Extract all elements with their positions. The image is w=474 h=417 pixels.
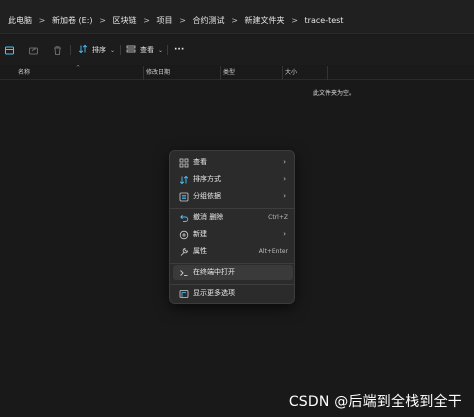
chevron-right-icon[interactable]: >: [285, 15, 305, 26]
undo-icon: [178, 212, 189, 223]
column-header-name[interactable]: 名称: [18, 68, 30, 77]
column-headers: ^ 名称 修改日期 类型 大小: [0, 65, 474, 80]
chevron-right-icon: ›: [283, 230, 286, 238]
menu-item-label: 在终端中打开: [193, 268, 235, 276]
chevron-right-icon[interactable]: >: [173, 15, 193, 26]
delete-icon[interactable]: [51, 44, 63, 56]
watermark: CSDN @后端到全栈到全干: [288, 394, 462, 410]
properties-icon: [178, 246, 189, 257]
chevron-right-icon[interactable]: >: [32, 15, 52, 26]
breadcrumb-item-trace-test[interactable]: trace-test: [305, 15, 344, 26]
menu-item-label: 属性: [193, 247, 207, 255]
column-divider[interactable]: [282, 66, 283, 80]
menu-item-properties[interactable]: 属性 Alt+Enter: [173, 244, 293, 259]
more-icon: ···: [174, 45, 185, 55]
menu-item-label: 撤消 删除: [193, 213, 224, 221]
view-button[interactable]: 查看 ⌄: [126, 43, 163, 57]
column-divider[interactable]: [220, 66, 221, 80]
command-bar: 排序 ⌄ 查看 ⌄ ···: [0, 35, 474, 65]
view-label: 查看: [140, 46, 154, 54]
chevron-right-icon[interactable]: >: [137, 15, 157, 26]
menu-item-view[interactable]: 查看 ›: [173, 155, 293, 170]
breadcrumb-item-this-pc[interactable]: 此电脑: [8, 15, 32, 26]
share-icon[interactable]: [27, 44, 39, 56]
column-header-type[interactable]: 类型: [223, 68, 235, 77]
breadcrumb-item-new-folder[interactable]: 新建文件夹: [245, 15, 285, 26]
breadcrumb-item-projects[interactable]: 项目: [157, 15, 173, 26]
column-header-size[interactable]: 大小: [285, 68, 297, 77]
toolbar-divider: [120, 45, 121, 55]
column-header-modified[interactable]: 修改日期: [146, 68, 170, 77]
sort-label: 排序: [92, 46, 106, 54]
address-bar[interactable]: 此电脑 > 新加卷 (E:) > 区块链 > 项目 > 合约测试 > 新建文件夹…: [0, 0, 474, 34]
view-grid-icon: [178, 157, 189, 168]
group-icon: [178, 191, 189, 202]
view-icon: [126, 44, 136, 56]
menu-item-label: 新建: [193, 230, 207, 238]
menu-separator: [170, 263, 294, 264]
breadcrumb-item-drive-e[interactable]: 新加卷 (E:): [52, 15, 93, 26]
new-icon: [178, 229, 189, 240]
toolbar-divider: [70, 45, 71, 55]
chevron-right-icon: ›: [283, 158, 286, 166]
menu-item-label: 查看: [193, 158, 207, 166]
menu-item-new[interactable]: 新建 ›: [173, 227, 293, 242]
sort-button[interactable]: 排序 ⌄: [78, 43, 115, 57]
chevron-right-icon: ›: [283, 192, 286, 200]
sort-caret-icon: ^: [76, 65, 81, 71]
chevron-down-icon: ⌄: [110, 46, 116, 54]
toolbar-divider: [167, 45, 168, 55]
chevron-right-icon[interactable]: >: [93, 15, 113, 26]
sort-icon: [78, 44, 88, 56]
more-options-icon: [178, 288, 189, 299]
breadcrumb: 此电脑 > 新加卷 (E:) > 区块链 > 项目 > 合约测试 > 新建文件夹…: [8, 15, 343, 26]
more-button[interactable]: ···: [174, 43, 184, 57]
breadcrumb-item-blockchain[interactable]: 区块链: [113, 15, 137, 26]
menu-item-label: 分组依据: [193, 192, 221, 200]
column-divider[interactable]: [327, 66, 328, 80]
new-item-icon[interactable]: [3, 44, 15, 56]
menu-separator: [170, 284, 294, 285]
menu-item-shortcut: Alt+Enter: [258, 248, 288, 255]
empty-folder-message: 此文件夹为空。: [313, 90, 356, 97]
chevron-right-icon[interactable]: >: [225, 15, 245, 26]
chevron-down-icon: ⌄: [158, 46, 164, 54]
chevron-right-icon: ›: [283, 175, 286, 183]
menu-item-group-by[interactable]: 分组依据 ›: [173, 189, 293, 204]
column-divider[interactable]: [143, 66, 144, 80]
menu-item-shortcut: Ctrl+Z: [268, 214, 288, 221]
menu-item-label: 显示更多选项: [193, 289, 235, 297]
menu-item-undo-delete[interactable]: 撤消 删除 Ctrl+Z: [173, 210, 293, 225]
menu-separator: [170, 208, 294, 209]
breadcrumb-item-contract-test[interactable]: 合约测试: [193, 15, 225, 26]
menu-item-sort-by[interactable]: 排序方式 ›: [173, 172, 293, 187]
terminal-icon: [178, 267, 189, 278]
menu-item-open-in-terminal[interactable]: 在终端中打开: [173, 265, 293, 280]
sort-icon: [178, 174, 189, 185]
menu-item-show-more-options[interactable]: 显示更多选项: [173, 286, 293, 301]
menu-item-label: 排序方式: [193, 175, 221, 183]
context-menu: 查看 › 排序方式 › 分组依据 › 撤消 删除 Ctrl+Z 新建 › 属性 …: [169, 150, 295, 304]
